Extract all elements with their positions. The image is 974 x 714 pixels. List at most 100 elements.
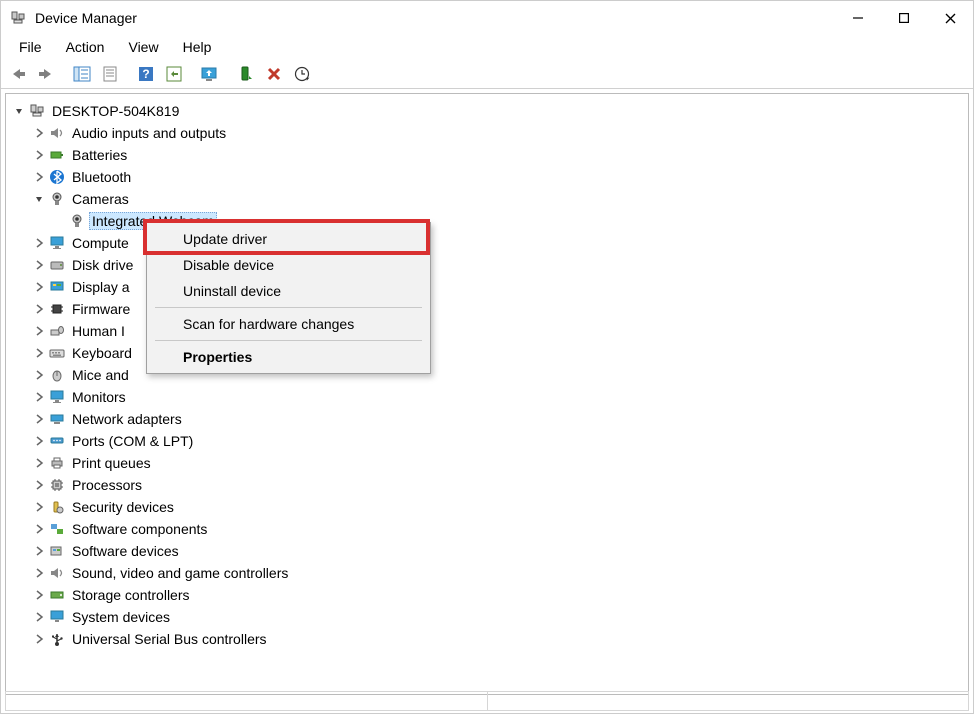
chevron-right-icon[interactable] [32, 566, 46, 580]
chevron-down-icon[interactable] [12, 104, 26, 118]
system-icon [48, 608, 66, 626]
chevron-right-icon[interactable] [32, 500, 46, 514]
software-device-icon [48, 542, 66, 560]
tree-sound[interactable]: Sound, video and game controllers [30, 562, 964, 584]
tree-printq[interactable]: Print queues [30, 452, 964, 474]
tree-ports[interactable]: Ports (COM & LPT) [30, 430, 964, 452]
network-icon [48, 410, 66, 428]
tree-batteries[interactable]: Batteries [30, 144, 964, 166]
tree-storage[interactable]: Storage controllers [30, 584, 964, 606]
status-bar [5, 691, 969, 711]
status-pane [6, 692, 488, 710]
chevron-right-icon[interactable] [32, 478, 46, 492]
tree-label: Software devices [72, 543, 179, 559]
tree-label: Cameras [72, 191, 129, 207]
context-disable-device[interactable]: Disable device [147, 252, 430, 278]
action-toolbar-button[interactable] [161, 62, 187, 86]
context-uninstall-device[interactable]: Uninstall device [147, 278, 430, 304]
chevron-right-icon[interactable] [32, 324, 46, 338]
chevron-right-icon[interactable] [32, 302, 46, 316]
context-update-driver[interactable]: Update driver [147, 226, 430, 252]
printer-icon [48, 454, 66, 472]
tree-monitors[interactable]: Monitors [30, 386, 964, 408]
tree-swcomp[interactable]: Software components [30, 518, 964, 540]
storage-icon [48, 586, 66, 604]
context-separator [155, 340, 422, 341]
component-icon [48, 520, 66, 538]
tree-audio[interactable]: Audio inputs and outputs [30, 122, 964, 144]
scan-hardware-toolbar-button[interactable] [289, 62, 315, 86]
tree-processors[interactable]: Processors [30, 474, 964, 496]
chevron-right-icon[interactable] [32, 236, 46, 250]
camera-icon [48, 190, 66, 208]
disk-icon [48, 256, 66, 274]
help-toolbar-button[interactable]: ? [133, 62, 159, 86]
chevron-right-icon[interactable] [32, 544, 46, 558]
keyboard-icon [48, 344, 66, 362]
tree-usb[interactable]: Universal Serial Bus controllers [30, 628, 964, 650]
nav-forward-button[interactable] [33, 62, 59, 86]
tree-root[interactable]: DESKTOP-504K819 [10, 100, 964, 122]
tree-label: Bluetooth [72, 169, 131, 185]
tree-label: Disk drive [72, 257, 133, 273]
chip-icon [48, 300, 66, 318]
tree-label: Sound, video and game controllers [72, 565, 288, 581]
tree-system[interactable]: System devices [30, 606, 964, 628]
chevron-right-icon[interactable] [32, 148, 46, 162]
tree-security[interactable]: Security devices [30, 496, 964, 518]
chevron-right-icon[interactable] [32, 346, 46, 360]
menu-action[interactable]: Action [54, 37, 117, 57]
tree-label: Firmware [72, 301, 130, 317]
chevron-right-icon[interactable] [32, 280, 46, 294]
chevron-right-icon[interactable] [32, 588, 46, 602]
tree-label: Batteries [72, 147, 127, 163]
tree-bluetooth[interactable]: Bluetooth [30, 166, 964, 188]
menu-bar: File Action View Help [1, 35, 973, 59]
chevron-right-icon[interactable] [32, 368, 46, 382]
chevron-right-icon[interactable] [32, 126, 46, 140]
tree-label: Security devices [72, 499, 174, 515]
maximize-button[interactable] [881, 1, 927, 35]
update-driver-toolbar-button[interactable] [197, 62, 223, 86]
chevron-down-icon[interactable] [32, 192, 46, 206]
tree-network[interactable]: Network adapters [30, 408, 964, 430]
chevron-right-icon[interactable] [32, 522, 46, 536]
menu-help[interactable]: Help [171, 37, 224, 57]
chevron-right-icon[interactable] [32, 610, 46, 624]
uninstall-device-toolbar-button[interactable] [261, 62, 287, 86]
tree-label: Keyboard [72, 345, 132, 361]
app-icon [9, 9, 27, 27]
menu-view[interactable]: View [116, 37, 170, 57]
chevron-right-icon[interactable] [32, 258, 46, 272]
tree-label: Software components [72, 521, 207, 537]
tree-cameras[interactable]: Cameras [30, 188, 964, 210]
status-pane [488, 692, 969, 710]
enable-device-toolbar-button[interactable] [233, 62, 259, 86]
minimize-button[interactable] [835, 1, 881, 35]
chevron-right-icon[interactable] [32, 390, 46, 404]
tree-label: Compute [72, 235, 129, 251]
menu-file[interactable]: File [7, 37, 54, 57]
show-hide-tree-button[interactable] [69, 62, 95, 86]
chevron-right-icon[interactable] [32, 632, 46, 646]
mouse-icon [48, 366, 66, 384]
chevron-right-icon[interactable] [32, 170, 46, 184]
chevron-right-icon[interactable] [32, 434, 46, 448]
svg-text:?: ? [142, 67, 149, 81]
bluetooth-icon [48, 168, 66, 186]
port-icon [48, 432, 66, 450]
security-icon [48, 498, 66, 516]
properties-button[interactable] [97, 62, 123, 86]
monitor-icon [48, 234, 66, 252]
hid-icon [48, 322, 66, 340]
context-properties[interactable]: Properties [147, 344, 430, 370]
chevron-right-icon[interactable] [32, 456, 46, 470]
context-scan-hardware[interactable]: Scan for hardware changes [147, 311, 430, 337]
tree-label: Ports (COM & LPT) [72, 433, 193, 449]
close-button[interactable] [927, 1, 973, 35]
nav-back-button[interactable] [5, 62, 31, 86]
window-title: Device Manager [35, 10, 137, 26]
usb-icon [48, 630, 66, 648]
tree-swdev[interactable]: Software devices [30, 540, 964, 562]
chevron-right-icon[interactable] [32, 412, 46, 426]
